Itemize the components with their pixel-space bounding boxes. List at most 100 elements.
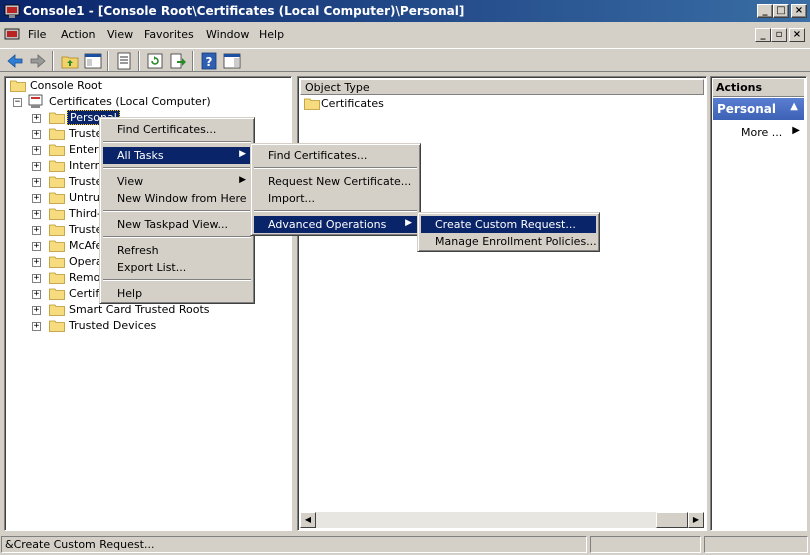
menu-item-label: Advanced Operations xyxy=(268,218,387,231)
console-doc-icon[interactable] xyxy=(4,27,20,43)
menu-item-find-certificates[interactable]: Find Certificates... xyxy=(103,121,251,138)
expand-icon[interactable]: + xyxy=(32,242,41,251)
actions-section-personal[interactable]: Personal ▲ xyxy=(713,98,804,120)
menu-item-label: New Window from Here xyxy=(117,192,247,205)
menu-help[interactable]: Help xyxy=(259,28,284,41)
menu-item-help[interactable]: Help xyxy=(103,285,251,302)
status-bar: &Create Custom Request... xyxy=(0,535,810,555)
expand-icon[interactable]: + xyxy=(32,146,41,155)
tree-item-console-root[interactable]: Console Root xyxy=(8,78,208,94)
menu-item-view[interactable]: View ▶ xyxy=(103,173,251,190)
column-header-object-type[interactable]: Object Type xyxy=(300,79,704,95)
refresh-icon[interactable] xyxy=(145,51,165,71)
help-icon[interactable]: ? xyxy=(199,51,219,71)
horizontal-scrollbar[interactable]: ◀ ▶ xyxy=(300,512,704,528)
advanced-operations-submenu[interactable]: Create Custom Request... Manage Enrollme… xyxy=(417,212,600,252)
tree-item-label: Console Root xyxy=(30,79,103,92)
mdi-close-button[interactable]: × xyxy=(789,28,805,42)
status-panel-main: &Create Custom Request... xyxy=(1,536,587,553)
actions-section-label: Personal xyxy=(717,102,776,116)
menu-item-label: Refresh xyxy=(117,244,159,257)
expand-icon[interactable]: + xyxy=(32,258,41,267)
mmc-console-icon xyxy=(4,4,20,18)
expand-icon[interactable]: + xyxy=(32,306,41,315)
menu-item-request-new-certificate[interactable]: Request New Certificate... xyxy=(254,173,417,190)
mdi-restore-button[interactable]: ▫ xyxy=(771,28,787,42)
tree-item-smart-card-trusted-roots[interactable]: + Smart Card Trusted Roots xyxy=(8,302,268,318)
submenu-arrow-icon: ▶ xyxy=(239,149,246,159)
folder-icon xyxy=(49,240,65,252)
scroll-right-icon[interactable]: ▶ xyxy=(688,512,704,528)
menu-item-export-list[interactable]: Export List... xyxy=(103,259,251,276)
toolbar-separator xyxy=(192,51,194,71)
tree-item-certificates-local-computer[interactable]: − Certificates (Local Computer) xyxy=(8,94,268,110)
menu-separator xyxy=(254,210,417,212)
status-panel xyxy=(704,536,808,553)
menu-file[interactable]: File xyxy=(28,28,46,41)
menu-item-label: New Taskpad View... xyxy=(117,218,229,231)
maximize-button[interactable]: □ xyxy=(773,4,789,18)
toolbar-separator xyxy=(107,51,109,71)
expand-icon[interactable]: + xyxy=(32,274,41,283)
folder-icon xyxy=(49,288,65,300)
menu-item-refresh[interactable]: Refresh xyxy=(103,242,251,259)
menu-item-find-certificates[interactable]: Find Certificates... xyxy=(254,147,417,164)
up-folder-icon[interactable] xyxy=(60,51,80,71)
menu-item-advanced-operations[interactable]: Advanced Operations ▶ xyxy=(254,216,417,233)
expand-icon[interactable]: + xyxy=(32,322,41,331)
all-tasks-submenu[interactable]: Find Certificates... Request New Certifi… xyxy=(250,143,421,236)
tree-item-label: Truste xyxy=(69,127,103,140)
context-menu[interactable]: Find Certificates... All Tasks ▶ View ▶ … xyxy=(99,117,255,304)
expand-icon[interactable]: + xyxy=(32,162,41,171)
show-hide-tree-icon[interactable] xyxy=(83,51,103,71)
menu-item-label: Export List... xyxy=(117,261,187,274)
column-header-label: Object Type xyxy=(305,81,370,94)
menu-window[interactable]: Window xyxy=(206,28,249,41)
scroll-thumb[interactable] xyxy=(656,512,688,528)
forward-icon[interactable] xyxy=(28,51,48,71)
menu-separator xyxy=(103,279,251,281)
menu-item-new-taskpad-view[interactable]: New Taskpad View... xyxy=(103,216,251,233)
expand-icon[interactable]: + xyxy=(32,210,41,219)
properties-icon[interactable] xyxy=(114,51,134,71)
expand-icon[interactable]: + xyxy=(32,226,41,235)
title-bar[interactable]: Console1 - [Console Root\Certificates (L… xyxy=(0,0,810,22)
menu-item-create-custom-request[interactable]: Create Custom Request... xyxy=(421,216,596,233)
menu-action[interactable]: Action xyxy=(61,28,95,41)
expand-icon[interactable]: + xyxy=(32,290,41,299)
collapse-up-icon[interactable]: ▲ xyxy=(790,101,798,112)
folder-icon xyxy=(49,112,65,124)
scroll-left-icon[interactable]: ◀ xyxy=(300,512,316,528)
export-list-icon[interactable] xyxy=(168,51,188,71)
menu-favorites[interactable]: Favorites xyxy=(144,28,194,41)
folder-icon xyxy=(49,272,65,284)
tree-item-label: Trusted Devices xyxy=(69,319,157,332)
menu-view[interactable]: View xyxy=(107,28,133,41)
expand-icon[interactable]: + xyxy=(32,130,41,139)
minimize-button[interactable]: _ xyxy=(757,4,773,18)
actions-pane[interactable]: Actions Personal ▲ More ... ▶ xyxy=(710,76,807,531)
menu-item-all-tasks[interactable]: All Tasks ▶ xyxy=(103,147,251,164)
certificates-snapin-icon xyxy=(28,94,43,108)
menu-item-label: Find Certificates... xyxy=(117,123,217,136)
list-item-certificates[interactable]: Certificates xyxy=(302,96,502,112)
expand-icon[interactable]: + xyxy=(32,194,41,203)
menu-separator xyxy=(103,167,251,169)
show-hide-action-pane-icon[interactable] xyxy=(222,51,242,71)
collapse-icon[interactable]: − xyxy=(13,98,22,107)
menu-item-import[interactable]: Import... xyxy=(254,190,417,207)
menu-item-label: Request New Certificate... xyxy=(268,175,412,188)
actions-more-item[interactable]: More ... ▶ xyxy=(713,125,804,141)
menu-bar: File Action View Favorites Window Help _… xyxy=(0,24,810,46)
close-button[interactable]: × xyxy=(791,4,807,18)
back-icon[interactable] xyxy=(5,51,25,71)
mdi-minimize-button[interactable]: _ xyxy=(755,28,771,42)
expand-icon[interactable]: + xyxy=(32,178,41,187)
expand-icon[interactable]: + xyxy=(32,114,41,123)
menu-item-new-window[interactable]: New Window from Here xyxy=(103,190,251,207)
actions-header: Actions xyxy=(713,79,804,97)
toolbar-separator xyxy=(52,51,54,71)
tree-item-trusted-devices[interactable]: + Trusted Devices xyxy=(8,318,268,334)
menu-item-manage-enrollment-policies[interactable]: Manage Enrollment Policies... xyxy=(421,233,597,250)
folder-icon xyxy=(10,80,26,92)
